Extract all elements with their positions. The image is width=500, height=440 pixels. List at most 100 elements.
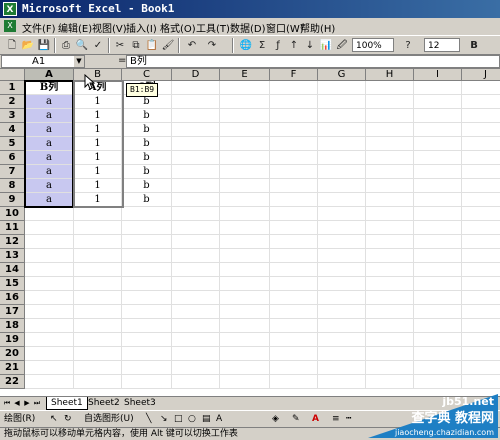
cell-g7[interactable]	[318, 165, 366, 179]
menu-insert[interactable]: 插入(I)	[126, 20, 157, 35]
cell-c15[interactable]	[122, 277, 172, 291]
cell-j10[interactable]	[462, 207, 500, 221]
cell-j16[interactable]	[462, 291, 500, 305]
cell-f19[interactable]	[270, 333, 318, 347]
cell-c13[interactable]	[122, 249, 172, 263]
help-icon[interactable]: ?	[400, 38, 416, 53]
cell-e18[interactable]	[220, 319, 270, 333]
prev-sheet-icon[interactable]: ◀	[12, 398, 22, 408]
paste-icon[interactable]: 📋	[144, 38, 160, 53]
cell-g20[interactable]	[318, 347, 366, 361]
cell-f9[interactable]	[270, 193, 318, 207]
cell-i21[interactable]	[414, 361, 462, 375]
cell-b1[interactable]: A列	[74, 81, 122, 95]
cell-g18[interactable]	[318, 319, 366, 333]
cell-e19[interactable]	[220, 333, 270, 347]
textbox-icon[interactable]: ▤	[202, 413, 211, 425]
cell-c14[interactable]	[122, 263, 172, 277]
cell-f7[interactable]	[270, 165, 318, 179]
row-header-10[interactable]: 10	[0, 207, 25, 221]
cell-j17[interactable]	[462, 305, 500, 319]
cell-g1[interactable]	[318, 81, 366, 95]
cell-i9[interactable]	[414, 193, 462, 207]
cell-d11[interactable]	[172, 221, 220, 235]
row-header-6[interactable]: 6	[0, 151, 25, 165]
cell-b18[interactable]	[74, 319, 122, 333]
column-header-g[interactable]: G	[318, 69, 366, 81]
spelling-icon[interactable]: ✓	[90, 38, 106, 53]
cell-h1[interactable]	[366, 81, 414, 95]
menu-window[interactable]: 窗口(W)	[266, 20, 304, 35]
cell-b21[interactable]	[74, 361, 122, 375]
cell-d18[interactable]	[172, 319, 220, 333]
cell-g13[interactable]	[318, 249, 366, 263]
cell-j7[interactable]	[462, 165, 500, 179]
cell-f5[interactable]	[270, 137, 318, 151]
cell-e16[interactable]	[220, 291, 270, 305]
cell-j9[interactable]	[462, 193, 500, 207]
cell-e3[interactable]	[220, 109, 270, 123]
column-header-e[interactable]: E	[220, 69, 270, 81]
cell-i2[interactable]	[414, 95, 462, 109]
cell-f14[interactable]	[270, 263, 318, 277]
cell-g2[interactable]	[318, 95, 366, 109]
cell-e12[interactable]	[220, 235, 270, 249]
cell-d22[interactable]	[172, 375, 220, 389]
cell-a16[interactable]	[25, 291, 74, 305]
cell-j4[interactable]	[462, 123, 500, 137]
cell-d3[interactable]	[172, 109, 220, 123]
cell-i6[interactable]	[414, 151, 462, 165]
cell-a21[interactable]	[25, 361, 74, 375]
row-header-19[interactable]: 19	[0, 333, 25, 347]
menu-format[interactable]: 格式(O)	[160, 20, 196, 35]
cell-d17[interactable]	[172, 305, 220, 319]
cell-j2[interactable]	[462, 95, 500, 109]
line-style-icon[interactable]: ≡	[332, 413, 340, 425]
cell-d19[interactable]	[172, 333, 220, 347]
cell-c10[interactable]	[122, 207, 172, 221]
fill-color-icon[interactable]: ◈	[272, 413, 279, 425]
cell-f1[interactable]	[270, 81, 318, 95]
formula-input[interactable]: B列	[126, 55, 500, 68]
row-header-18[interactable]: 18	[0, 319, 25, 333]
cell-j20[interactable]	[462, 347, 500, 361]
cell-g6[interactable]	[318, 151, 366, 165]
cell-c21[interactable]	[122, 361, 172, 375]
cell-c16[interactable]	[122, 291, 172, 305]
cell-b6[interactable]: 1	[74, 151, 122, 165]
cell-d5[interactable]	[172, 137, 220, 151]
row-header-13[interactable]: 13	[0, 249, 25, 263]
cell-e11[interactable]	[220, 221, 270, 235]
cell-a17[interactable]	[25, 305, 74, 319]
cell-c18[interactable]	[122, 319, 172, 333]
cell-d14[interactable]	[172, 263, 220, 277]
cell-f20[interactable]	[270, 347, 318, 361]
menu-tools[interactable]: 工具(T)	[196, 20, 230, 35]
cell-d1[interactable]	[172, 81, 220, 95]
cell-c11[interactable]	[122, 221, 172, 235]
cell-b7[interactable]: 1	[74, 165, 122, 179]
draw-menu[interactable]: 绘图(R)	[4, 413, 35, 425]
cell-i10[interactable]	[414, 207, 462, 221]
cell-c17[interactable]	[122, 305, 172, 319]
menu-file[interactable]: 文件(F)	[22, 20, 56, 35]
sheet-tab-1[interactable]: Sheet1	[46, 397, 88, 410]
cell-h5[interactable]	[366, 137, 414, 151]
workbook-icon[interactable]: X	[4, 20, 16, 32]
autosum-icon[interactable]: Σ	[254, 38, 270, 53]
cell-h9[interactable]	[366, 193, 414, 207]
cell-g21[interactable]	[318, 361, 366, 375]
cell-e9[interactable]	[220, 193, 270, 207]
cell-e7[interactable]	[220, 165, 270, 179]
cell-a6[interactable]: a	[25, 151, 74, 165]
cell-h22[interactable]	[366, 375, 414, 389]
cell-j19[interactable]	[462, 333, 500, 347]
cell-f13[interactable]	[270, 249, 318, 263]
chevron-down-icon[interactable]: ▼	[74, 56, 84, 67]
cell-b20[interactable]	[74, 347, 122, 361]
cell-b17[interactable]	[74, 305, 122, 319]
undo-icon[interactable]: ↶	[184, 38, 200, 53]
dash-style-icon[interactable]: ┅	[346, 413, 351, 425]
cell-i15[interactable]	[414, 277, 462, 291]
column-header-i[interactable]: I	[414, 69, 462, 81]
